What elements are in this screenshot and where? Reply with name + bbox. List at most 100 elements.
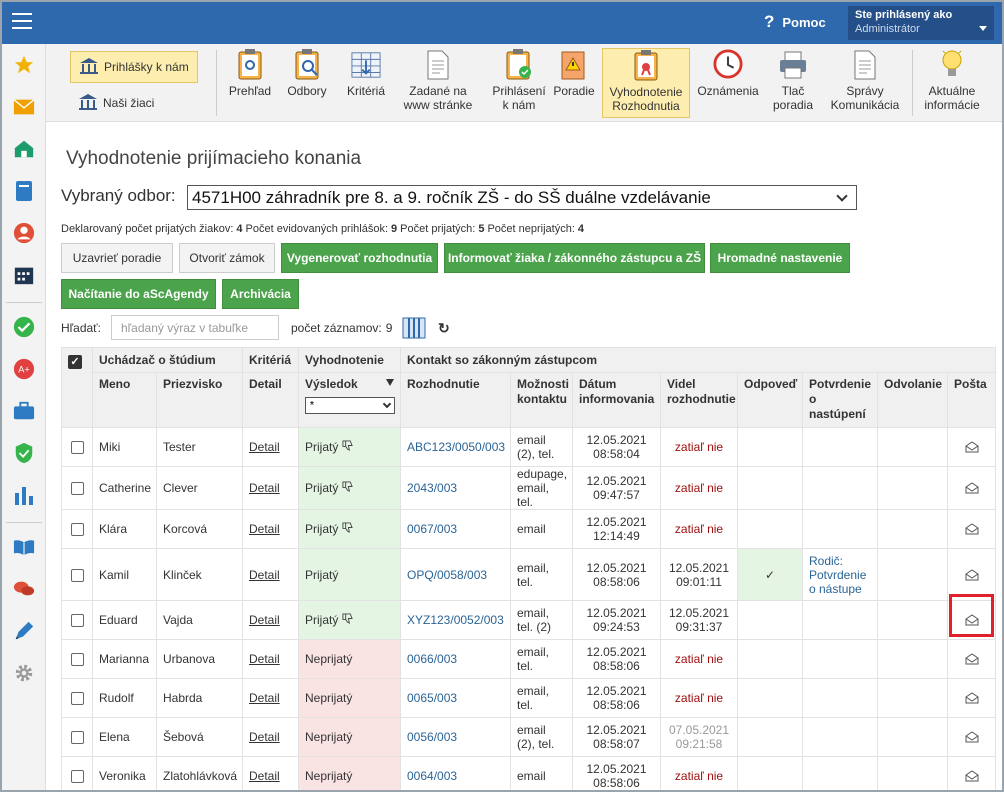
hromadne-nastavenie-button[interactable]: Hromadné nastavenie [710, 243, 850, 273]
row-checkbox[interactable] [70, 482, 84, 496]
nacitanie-button[interactable]: Načítanie do aScAgendy [61, 279, 216, 309]
mail-icon[interactable] [954, 731, 989, 743]
mail-icon[interactable] [954, 441, 989, 453]
toolbar-vyhodnotenie-rozhodnutia[interactable]: Vyhodnotenie Rozhodnutia [602, 48, 690, 118]
sort-desc-icon[interactable] [386, 379, 394, 386]
help-button[interactable]: ? Pomoc [764, 12, 826, 32]
toolbar-nasi-ziaci[interactable]: Naši žiaci [70, 86, 162, 120]
warning-document-icon [559, 48, 589, 80]
chat-icon[interactable] [13, 578, 35, 600]
toolbar-prehlad[interactable]: Prehľad [224, 48, 276, 118]
column-header-priezvisko[interactable]: Priezvisko [156, 372, 243, 428]
toolbar-odbory[interactable]: Odbory [282, 48, 332, 118]
column-header-odvolanie[interactable]: Odvolanie [877, 372, 948, 428]
mail-icon[interactable] [954, 653, 989, 665]
row-checkbox[interactable] [70, 770, 84, 784]
detail-link[interactable]: Detail [249, 613, 280, 627]
open-book-icon[interactable] [13, 536, 35, 558]
refresh-icon[interactable]: ↻ [438, 320, 450, 337]
informovat-button[interactable]: Informovať žiaka / zákonného zástupcu a … [444, 243, 705, 273]
user-icon[interactable] [13, 222, 35, 244]
book-icon[interactable] [13, 180, 35, 202]
columns-icon[interactable] [402, 317, 426, 339]
rozhodnutie-link[interactable]: 0066/003 [407, 652, 457, 666]
rozhodnutie-link[interactable]: 0067/003 [407, 522, 457, 536]
row-checkbox[interactable] [70, 568, 84, 582]
column-header-posta[interactable]: Pošta [946, 372, 997, 428]
mail-icon[interactable] [954, 568, 989, 581]
rozhodnutie-link[interactable]: ABC123/0050/003 [407, 440, 505, 454]
row-checkbox[interactable] [70, 523, 84, 537]
row-checkbox[interactable] [70, 614, 84, 628]
thumbs-down-icon[interactable] [342, 522, 354, 536]
otvorit-zamok-button[interactable]: Otvoriť zámok [179, 243, 275, 273]
rozhodnutie-link[interactable]: OPQ/0058/003 [407, 568, 487, 582]
bar-chart-icon[interactable] [13, 484, 35, 506]
column-header-videl[interactable]: Videl rozhodnutie [660, 372, 738, 428]
stat-value: 9 [391, 223, 398, 235]
column-header-vysledok[interactable]: Výsledok * [298, 372, 401, 428]
check-circle-icon[interactable] [13, 316, 35, 338]
detail-link[interactable]: Detail [249, 652, 280, 666]
uzavriet-poradie-button[interactable]: Uzavrieť poradie [61, 243, 173, 273]
row-checkbox[interactable] [70, 692, 84, 706]
detail-link[interactable]: Detail [249, 440, 280, 454]
vysledok-filter-select[interactable]: * [305, 397, 395, 414]
hamburger-menu-icon[interactable] [12, 13, 32, 29]
toolbar-button-label: Poradie [553, 84, 595, 98]
column-header-datum[interactable]: Dátum informovania [572, 372, 661, 428]
toolbar-kriteria[interactable]: Kritériá [338, 48, 394, 118]
star-icon[interactable] [13, 54, 35, 76]
toolbar-spravy-komunikacia[interactable]: Správy Komunikácia [826, 48, 904, 118]
grade-icon[interactable]: A+ [13, 358, 35, 380]
archivacia-button[interactable]: Archivácia [222, 279, 299, 309]
mail-icon[interactable] [954, 614, 989, 626]
envelope-icon[interactable] [13, 96, 35, 118]
mail-icon[interactable] [954, 523, 989, 535]
briefcase-icon[interactable] [13, 400, 35, 422]
mail-icon[interactable] [954, 482, 989, 494]
toolbar-prihlasky-k-nam[interactable]: Prihlášky k nám [70, 51, 198, 83]
pen-icon[interactable] [13, 620, 35, 642]
toolbar-zadane-na-www[interactable]: Zadané na www stránke [398, 48, 478, 118]
toolbar-prihlaseni-k-nam[interactable]: Prihlásení k nám [488, 48, 550, 118]
search-input[interactable] [111, 315, 279, 340]
thumbs-down-icon[interactable] [342, 481, 354, 495]
toolbar-tlac-poradia[interactable]: Tlač poradia [768, 48, 818, 118]
detail-link[interactable]: Detail [249, 522, 280, 536]
detail-link[interactable]: Detail [249, 730, 280, 744]
column-header-rozhodnutie[interactable]: Rozhodnutie [400, 372, 511, 428]
toolbar-oznamenia[interactable]: Oznámenia [694, 48, 762, 118]
row-checkbox[interactable] [70, 731, 84, 745]
mail-icon[interactable] [954, 770, 989, 782]
rozhodnutie-link[interactable]: 2043/003 [407, 481, 457, 495]
potvrdenie-link[interactable]: Rodič: Potvrdenie o nástupe [809, 554, 866, 596]
calendar-icon[interactable] [13, 264, 35, 286]
column-header-meno[interactable]: Meno [92, 372, 157, 428]
rozhodnutie-link[interactable]: 0056/003 [407, 730, 457, 744]
select-all-checkbox[interactable]: ✓ [68, 354, 82, 369]
row-checkbox[interactable] [70, 653, 84, 667]
row-checkbox[interactable] [70, 441, 84, 455]
toolbar-aktualne-informacie[interactable]: Aktuálne informácie [920, 48, 984, 118]
detail-link[interactable]: Detail [249, 568, 280, 582]
toolbar-poradie[interactable]: Poradie [550, 48, 598, 118]
column-header-odpoved[interactable]: Odpoveď [737, 372, 803, 428]
rozhodnutie-link[interactable]: 0064/003 [407, 769, 457, 783]
rozhodnutie-link[interactable]: 0065/003 [407, 691, 457, 705]
home-icon[interactable] [13, 138, 35, 160]
detail-link[interactable]: Detail [249, 769, 280, 783]
thumbs-down-icon[interactable] [342, 613, 354, 627]
column-header-potvrdenie[interactable]: Potvrdenie o nastúpení [802, 372, 878, 428]
odbor-select[interactable]: 4571H00 záhradník pre 8. a 9. ročník ZŠ … [187, 185, 857, 210]
detail-link[interactable]: Detail [249, 691, 280, 705]
rozhodnutie-link[interactable]: XYZ123/0052/003 [407, 613, 504, 627]
gear-icon[interactable] [13, 662, 35, 684]
vygenerovat-rozhodnutia-button[interactable]: Vygenerovať rozhodnutia [281, 243, 438, 273]
shield-icon[interactable] [13, 442, 35, 464]
thumbs-down-icon[interactable] [342, 440, 354, 454]
detail-link[interactable]: Detail [249, 481, 280, 495]
mail-icon[interactable] [954, 692, 989, 704]
user-menu[interactable]: Ste prihlásený ako Administrátor [848, 6, 994, 40]
column-header-moznosti[interactable]: Možnosti kontaktu [510, 372, 573, 428]
